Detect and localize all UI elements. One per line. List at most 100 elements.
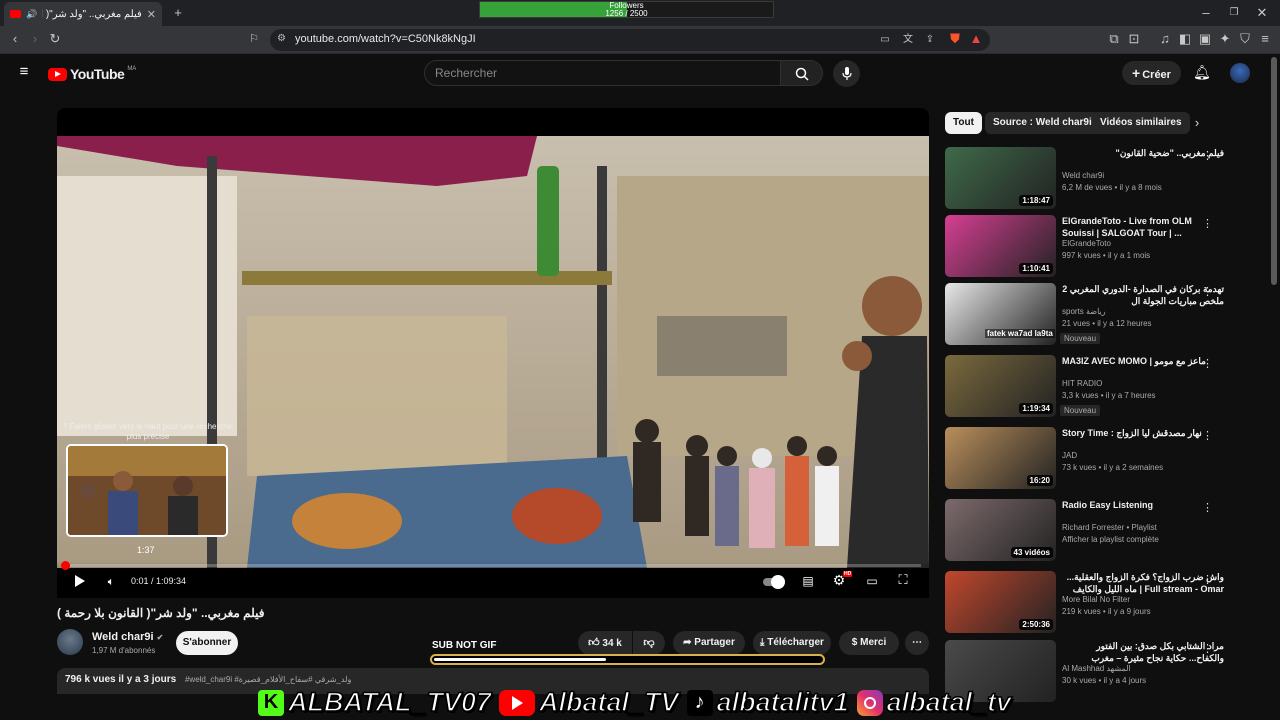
chip-all[interactable]: Tout: [945, 112, 982, 134]
chip-source[interactable]: Source : Weld char9i: [985, 112, 1100, 134]
video-card-title[interactable]: واش ضرب الزواج؟ فكرة الزواج والعقلية... …: [1062, 571, 1224, 595]
video-card-title[interactable]: MA3IZ AVEC MOMO | ماعز مع مومو: [1062, 355, 1224, 367]
share-page-icon[interactable]: ⇪: [922, 33, 938, 47]
chips-next-chevron-icon[interactable]: ›: [1189, 116, 1205, 130]
video-card-channel[interactable]: HIT RADIO: [1062, 379, 1232, 388]
fullscreen-icon[interactable]: ⛶: [895, 573, 911, 587]
video-thumbnail[interactable]: 1:19:34: [945, 355, 1056, 417]
ai-icon[interactable]: ✦: [1217, 32, 1233, 46]
minimize-icon[interactable]: –: [1198, 6, 1214, 20]
more-options-icon[interactable]: ⋮: [1202, 285, 1213, 298]
youtube-logo[interactable]: YouTube MA: [48, 66, 136, 82]
volume-icon[interactable]: 🔈︎: [103, 575, 119, 589]
hashtags[interactable]: #weld_char9i #ولد_شرقي #سفاح_الأفلام_قصي…: [185, 675, 351, 684]
notifications-bell-icon[interactable]: 🔔︎: [1193, 65, 1211, 79]
translate-icon[interactable]: 文: [900, 33, 916, 47]
video-card-meta: 6,2 M de vues • il y a 8 mois: [1062, 183, 1162, 192]
back-icon[interactable]: ‹: [7, 32, 23, 46]
browser-tab[interactable]: 🔊 فيلم مغربي.. "ولد شر"( القانون ✕: [4, 2, 162, 26]
channel-name[interactable]: Weld char9i ✔: [92, 631, 163, 643]
video-card-channel[interactable]: Richard Forrester • Playlist: [1062, 523, 1232, 532]
video-card-channel[interactable]: Al Mashhad المشهد: [1062, 664, 1232, 673]
search-button[interactable]: [781, 60, 823, 86]
menu-icon[interactable]: ≡: [1257, 32, 1273, 46]
related-video-card[interactable]: 1:19:34 MA3IZ AVEC MOMO | ماعز مع مومو HIT…: [945, 355, 1260, 419]
video-card-channel[interactable]: JAD: [1062, 451, 1232, 460]
subscribe-button[interactable]: S'abonner: [176, 631, 238, 655]
create-button[interactable]: + Créer: [1122, 61, 1181, 85]
video-card-title[interactable]: Story Time : نهار مصدقش ليا الزواج: [1062, 427, 1224, 439]
more-options-icon[interactable]: ⋮: [1202, 217, 1213, 230]
autoplay-toggle[interactable]: [763, 575, 785, 589]
related-video-card[interactable]: fatek wa7ad la9ta تهدمة بركان في الصدارة …: [945, 283, 1260, 347]
video-thumbnail[interactable]: 2:50:36: [945, 571, 1056, 633]
forward-icon[interactable]: ›: [27, 32, 43, 46]
video-thumbnail[interactable]: 16:20: [945, 427, 1056, 489]
search-input[interactable]: Rechercher: [424, 60, 781, 86]
video-thumbnail[interactable]: 1:10:41: [945, 215, 1056, 277]
bookmark-icon[interactable]: ⚐: [246, 32, 262, 46]
more-options-icon[interactable]: ⋮: [1202, 501, 1213, 514]
account-avatar[interactable]: [1230, 63, 1250, 83]
hamburger-menu-icon[interactable]: ≡: [16, 64, 32, 79]
video-card-title[interactable]: مراد الشتابي بكل صدق: بين الفتور والكفاح…: [1062, 640, 1224, 665]
video-player[interactable]: ⤒ Faites glisser vers le haut pour une r…: [57, 108, 929, 598]
tab-close-icon[interactable]: ✕: [147, 8, 156, 21]
more-options-icon[interactable]: ⋮: [1202, 573, 1213, 586]
more-options-icon[interactable]: ⋮: [1202, 642, 1213, 655]
voice-search-button[interactable]: [833, 60, 860, 87]
subtitles-icon[interactable]: ▤: [800, 574, 816, 588]
video-card-channel[interactable]: sports رياضة: [1062, 307, 1232, 316]
related-video-card[interactable]: 16:20 Story Time : نهار مصدقش ليا الزواج J…: [945, 427, 1260, 491]
progress-bar[interactable]: [61, 561, 921, 570]
new-tab-icon[interactable]: +: [170, 6, 186, 20]
related-video-card[interactable]: 1:18:47 فيلم مغربي.. "ضحية القانون" Weld c…: [945, 147, 1260, 211]
more-options-icon[interactable]: ⋮: [1202, 429, 1213, 442]
music-icon[interactable]: ♫: [1157, 32, 1173, 46]
video-card-title[interactable]: ElGrandeToto - Live from OLM Souissi | S…: [1062, 215, 1224, 239]
more-options-icon[interactable]: ⋮: [1202, 149, 1213, 162]
video-card-title[interactable]: تهدمة بركان في الصدارة -الدوري المغربي 2…: [1062, 283, 1224, 307]
more-actions-button[interactable]: ⋯: [905, 631, 929, 655]
video-card-title[interactable]: فيلم مغربي.. "ضحية القانون": [1062, 147, 1224, 159]
seek-preview-thumbnail: [66, 444, 228, 537]
wallet-icon[interactable]: ▣: [1197, 32, 1213, 46]
window-close-icon[interactable]: ✕: [1254, 6, 1270, 20]
maximize-icon[interactable]: ❐: [1226, 6, 1242, 20]
extensions-icon[interactable]: ⧉: [1106, 32, 1122, 46]
microphone-icon: [842, 67, 852, 80]
more-options-icon[interactable]: ⋮: [1202, 357, 1213, 370]
speaker-icon[interactable]: 🔊: [26, 9, 37, 20]
chip-similar[interactable]: Vidéos similaires: [1092, 112, 1190, 134]
related-video-card[interactable]: 1:10:41 ElGrandeToto - Live from OLM Soui…: [945, 215, 1260, 279]
related-video-card[interactable]: 2:50:36 واش ضرب الزواج؟ فكرة الزواج والعق…: [945, 571, 1260, 635]
thanks-button[interactable]: $ Merci: [839, 631, 899, 655]
brave-shield-icon[interactable]: ⛊: [947, 32, 963, 46]
video-card-channel[interactable]: More Bilal No Filter: [1062, 595, 1232, 604]
play-icon[interactable]: [75, 575, 85, 587]
reload-icon[interactable]: ↻: [47, 32, 63, 46]
video-thumbnail[interactable]: fatek wa7ad la9ta: [945, 283, 1056, 345]
video-thumbnail[interactable]: 1:18:47: [945, 147, 1056, 209]
channel-avatar[interactable]: [57, 629, 83, 655]
thanks-label: Merci: [860, 637, 887, 648]
video-card-meta: 21 vues • il y a 12 heures: [1062, 319, 1152, 328]
video-card-channel[interactable]: Weld char9i: [1062, 171, 1232, 180]
rewards-icon[interactable]: ▲: [968, 32, 984, 46]
theater-mode-icon[interactable]: ▭: [864, 574, 880, 588]
youtube-handle: Albatal_TV: [538, 686, 679, 718]
cast-icon[interactable]: ▭: [877, 33, 893, 47]
youtube-icon: [499, 689, 536, 716]
screenshot-icon[interactable]: ⊡: [1126, 32, 1142, 46]
related-video-card[interactable]: 43 vidéos Radio Easy Listening Richard For…: [945, 499, 1260, 563]
progress-scrubber[interactable]: [61, 561, 70, 570]
sidebar-toggle-icon[interactable]: ◧: [1177, 32, 1193, 46]
page-scrollbar[interactable]: [1271, 57, 1277, 285]
site-info-icon[interactable]: ⚙: [277, 33, 286, 44]
video-thumbnail[interactable]: 43 vidéos: [945, 499, 1056, 561]
video-card-title[interactable]: Radio Easy Listening: [1062, 499, 1224, 511]
video-card-channel[interactable]: ElGrandeToto: [1062, 239, 1232, 248]
hd-badge: HD: [843, 571, 853, 577]
sub-not-gif-widget: SUB NOT GIF: [430, 638, 825, 666]
vpn-icon[interactable]: ⛉: [1237, 32, 1253, 46]
